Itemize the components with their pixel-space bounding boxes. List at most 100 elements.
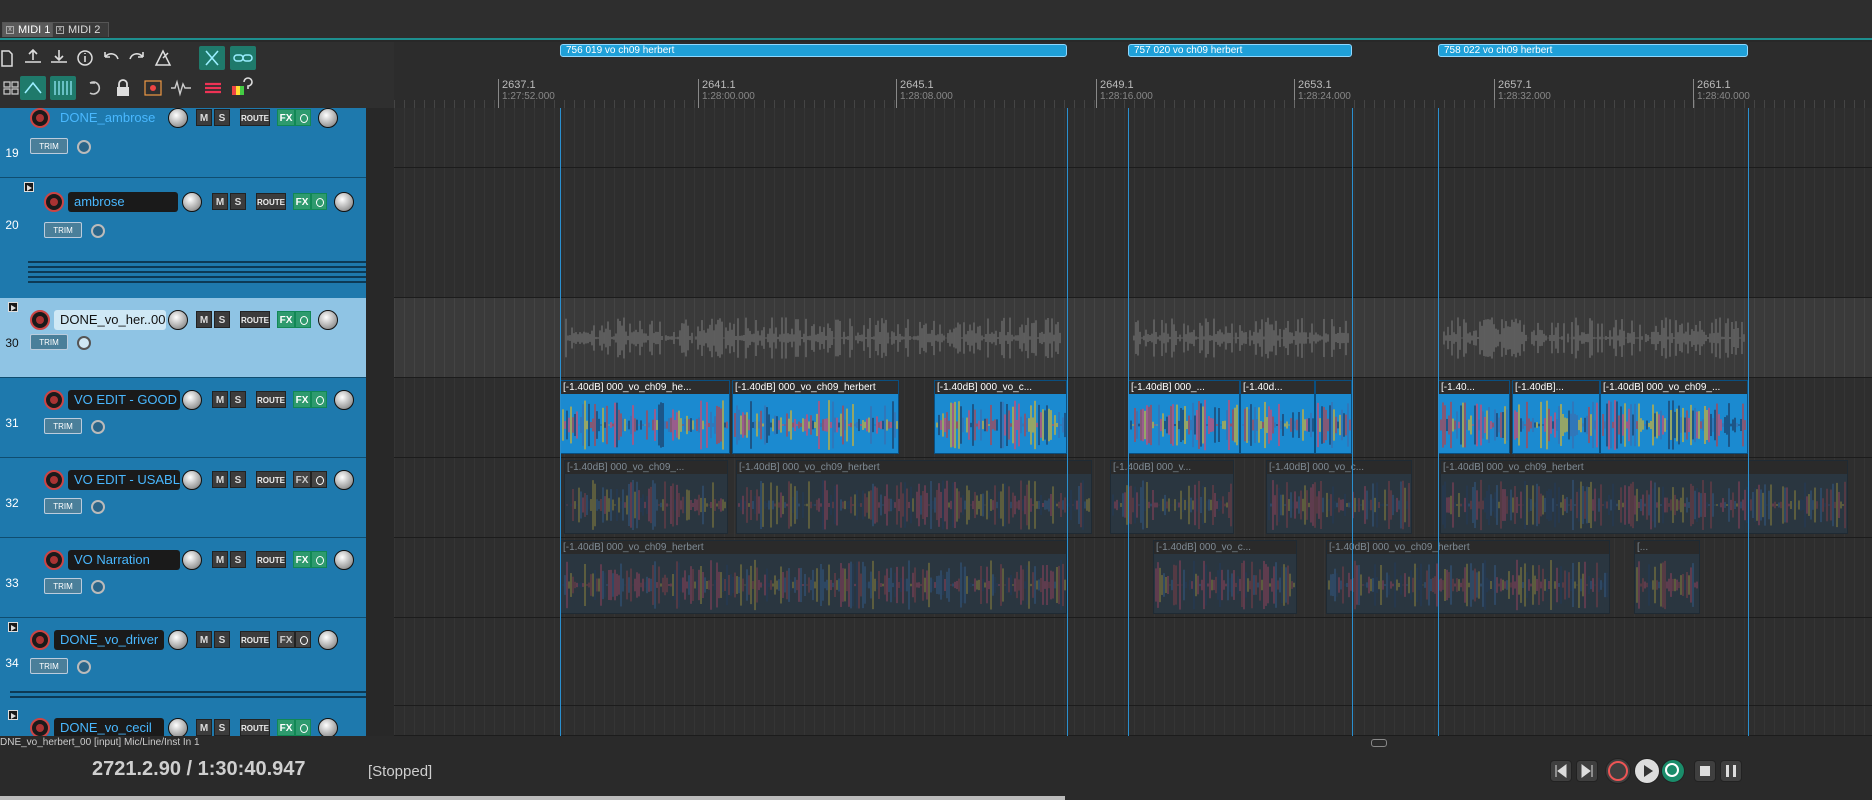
volume-knob[interactable] bbox=[168, 718, 188, 736]
item-color-icon[interactable] bbox=[200, 76, 226, 100]
solo-button[interactable]: S bbox=[230, 471, 246, 488]
track-name[interactable]: DONE_ambrose bbox=[54, 108, 164, 128]
mute-button[interactable]: M bbox=[212, 193, 228, 210]
snap-icon[interactable] bbox=[199, 46, 225, 70]
mute-button[interactable]: M bbox=[196, 719, 212, 736]
record-arm-button[interactable] bbox=[44, 192, 64, 212]
track-33[interactable]: VO Narration M S ROUTE FX 33 TRIM bbox=[0, 538, 366, 618]
play-button[interactable] bbox=[1634, 758, 1660, 784]
fx-bypass-icon[interactable] bbox=[311, 551, 327, 568]
record-arm-button[interactable] bbox=[30, 310, 50, 330]
track-name[interactable]: DONE_vo_driver bbox=[54, 630, 164, 650]
volume-knob[interactable] bbox=[168, 108, 188, 128]
media-item[interactable]: [-1.40dB] 000_... bbox=[1128, 380, 1240, 454]
fx-bypass-icon[interactable] bbox=[311, 193, 327, 210]
media-item[interactable]: [-1.40dB] 000_vo_ch09_herbert bbox=[736, 460, 1092, 534]
media-item[interactable]: [-1.40dB] 000_vo_ch09_herbert bbox=[732, 380, 899, 454]
region-marker[interactable]: 756 019 vo ch09 herbert bbox=[560, 44, 1067, 57]
route-button[interactable]: ROUTE bbox=[240, 631, 270, 648]
folder-collapse-icon[interactable] bbox=[24, 182, 34, 192]
region-marker[interactable]: 757 020 vo ch09 herbert bbox=[1128, 44, 1352, 57]
record-arm-button[interactable] bbox=[44, 470, 64, 490]
fx-button[interactable]: FX bbox=[277, 719, 295, 736]
pause-button[interactable] bbox=[1720, 760, 1742, 782]
folder-collapse-icon[interactable] bbox=[8, 622, 18, 632]
undo-icon[interactable] bbox=[98, 46, 124, 70]
track-name[interactable]: VO EDIT - USABLE bbox=[68, 470, 180, 490]
solo-button[interactable]: S bbox=[230, 391, 246, 408]
automation-trim-button[interactable]: TRIM bbox=[44, 222, 82, 238]
repeat-button[interactable] bbox=[1661, 759, 1685, 783]
automation-trim-button[interactable]: TRIM bbox=[44, 498, 82, 514]
io-gear-icon[interactable] bbox=[91, 420, 105, 434]
io-gear-icon[interactable] bbox=[77, 140, 91, 154]
record-arm-button[interactable] bbox=[30, 630, 50, 650]
track-cecil[interactable]: DONE_vo_cecil M S ROUTE FX bbox=[0, 706, 366, 736]
fx-button[interactable]: FX bbox=[277, 311, 295, 328]
time-display[interactable]: 2721.2.90 / 1:30:40.947 bbox=[92, 758, 306, 781]
io-gear-icon[interactable] bbox=[91, 224, 105, 238]
io-gear-icon[interactable] bbox=[91, 500, 105, 514]
open-project-icon[interactable] bbox=[20, 46, 46, 70]
record-mode-icon[interactable] bbox=[140, 76, 166, 100]
media-item[interactable]: [... bbox=[1634, 540, 1700, 614]
grid-lines-icon[interactable] bbox=[50, 76, 76, 100]
link-icon[interactable] bbox=[230, 46, 256, 70]
solo-button[interactable]: S bbox=[214, 631, 230, 648]
volume-knob[interactable] bbox=[182, 192, 202, 212]
record-arm-button[interactable] bbox=[30, 108, 50, 128]
fx-bypass-icon[interactable] bbox=[311, 471, 327, 488]
volume-knob[interactable] bbox=[168, 630, 188, 650]
io-gear-icon[interactable] bbox=[77, 336, 91, 350]
media-item[interactable]: [-1.40dB] 000_vo_ch09_herbert bbox=[1440, 460, 1848, 534]
ripple-edit-icon[interactable] bbox=[20, 76, 46, 100]
volume-knob[interactable] bbox=[182, 550, 202, 570]
route-button[interactable]: ROUTE bbox=[240, 719, 270, 736]
track-19[interactable]: DONE_ambrose M S ROUTE FX 19 TRIM bbox=[0, 108, 366, 178]
media-item[interactable]: [-1.40... bbox=[1438, 380, 1510, 454]
track-name[interactable]: VO EDIT - GOOD bbox=[68, 390, 180, 410]
automation-trim-button[interactable]: TRIM bbox=[44, 418, 82, 434]
automation-trim-button[interactable]: TRIM bbox=[30, 658, 68, 674]
timeline-ruler[interactable]: 756 019 vo ch09 herbert 757 020 vo ch09 … bbox=[394, 42, 1872, 109]
route-button[interactable]: ROUTE bbox=[256, 193, 286, 210]
stop-button[interactable] bbox=[1694, 760, 1716, 782]
mute-button[interactable]: M bbox=[212, 551, 228, 568]
io-gear-icon[interactable] bbox=[91, 580, 105, 594]
media-item[interactable]: [-1.40dB] 000_vo_ch09_he... bbox=[560, 380, 730, 454]
tab-midi-1[interactable]: x MIDI 1 bbox=[2, 22, 60, 37]
solo-button[interactable]: S bbox=[214, 109, 230, 126]
mute-button[interactable]: M bbox=[212, 471, 228, 488]
media-item[interactable]: [-1.40dB]... bbox=[1512, 380, 1600, 454]
redo-icon[interactable] bbox=[124, 46, 150, 70]
pan-knob[interactable] bbox=[334, 192, 354, 212]
solo-button[interactable]: S bbox=[230, 551, 246, 568]
mute-button[interactable]: M bbox=[196, 311, 212, 328]
record-arm-button[interactable] bbox=[44, 390, 64, 410]
mute-button[interactable]: M bbox=[196, 109, 212, 126]
track-name[interactable]: DONE_vo_her..00 bbox=[54, 310, 166, 330]
mute-button[interactable]: M bbox=[212, 391, 228, 408]
fx-bypass-icon[interactable] bbox=[295, 311, 311, 328]
track-name[interactable]: VO Narration bbox=[68, 550, 180, 570]
arrange-view[interactable]: [-1.40dB] 000_vo_ch09_he... [-1.40dB] 000… bbox=[394, 108, 1872, 736]
record-button[interactable] bbox=[1605, 758, 1631, 784]
metronome-icon[interactable] bbox=[150, 46, 176, 70]
fx-button[interactable]: FX bbox=[277, 631, 295, 648]
folder-collapse-icon[interactable] bbox=[8, 710, 18, 720]
solo-button[interactable]: S bbox=[214, 311, 230, 328]
io-gear-icon[interactable] bbox=[77, 660, 91, 674]
fx-button[interactable]: FX bbox=[293, 391, 311, 408]
tab-midi-2[interactable]: x MIDI 2 bbox=[52, 22, 110, 37]
volume-knob[interactable] bbox=[182, 390, 202, 410]
bottom-scrollbar[interactable] bbox=[0, 796, 1065, 800]
zoom-handle-icon[interactable] bbox=[1371, 739, 1387, 747]
pan-knob[interactable] bbox=[318, 718, 338, 736]
track-20[interactable]: ambrose M S ROUTE FX 20 TRIM bbox=[0, 178, 366, 308]
media-item[interactable] bbox=[1315, 380, 1352, 454]
fx-bypass-icon[interactable] bbox=[295, 719, 311, 736]
media-item[interactable]: [-1.40dB] 000_vo_c... bbox=[1153, 540, 1297, 614]
fx-bypass-icon[interactable] bbox=[295, 109, 311, 126]
solo-button[interactable]: S bbox=[230, 193, 246, 210]
media-item[interactable]: [-1.40dB] 000_vo_c... bbox=[934, 380, 1067, 454]
